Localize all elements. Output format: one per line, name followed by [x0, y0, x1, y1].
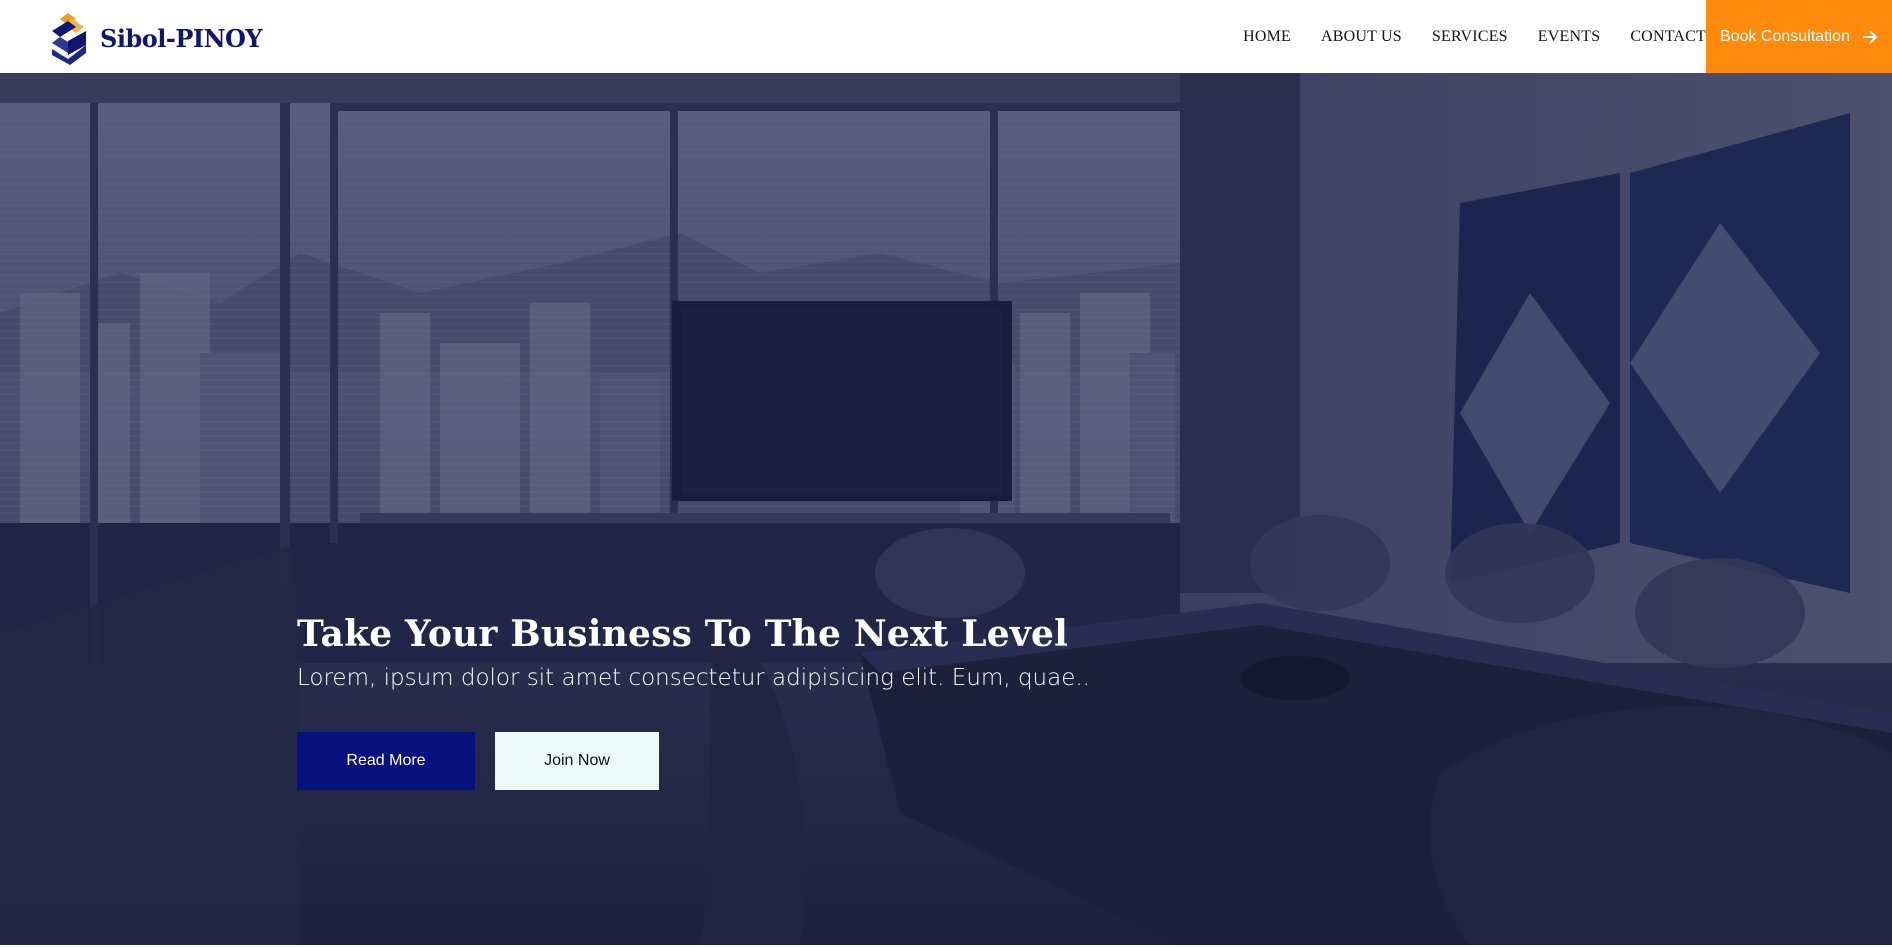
- nav-contact[interactable]: CONTACT: [1630, 28, 1706, 46]
- hero-title: Take Your Business To The Next Level: [297, 613, 1068, 655]
- book-consultation-button[interactable]: Book Consultation: [1706, 0, 1892, 73]
- read-more-button[interactable]: Read More: [297, 732, 475, 791]
- main-nav: HOME ABOUT US SERVICES EVENTS CONTACT: [1243, 0, 1706, 73]
- nav-services[interactable]: SERVICES: [1432, 28, 1508, 46]
- nav-about-us[interactable]: ABOUT US: [1321, 28, 1402, 46]
- brand[interactable]: Sibol-PINOY: [46, 9, 263, 67]
- brand-logo-icon: [52, 13, 86, 65]
- join-now-button[interactable]: Join Now: [495, 732, 659, 791]
- brand-name: Sibol-PINOY: [100, 23, 263, 53]
- navbar: Sibol-PINOY HOME ABOUT US SERVICES EVENT…: [0, 0, 1892, 73]
- nav-home[interactable]: HOME: [1243, 28, 1291, 46]
- book-consultation-label: Book Consultation: [1720, 27, 1850, 45]
- arrow-right-icon: [1862, 29, 1878, 44]
- nav-events[interactable]: EVENTS: [1538, 28, 1601, 46]
- hero-content: Take Your Business To The Next Level Lor…: [297, 613, 1197, 791]
- hero-subtitle: Lorem, ipsum dolor sit amet consectetur …: [297, 665, 1090, 692]
- hero-buttons: Read More Join Now: [297, 732, 1197, 791]
- hero-section: Take Your Business To The Next Level Lor…: [0, 73, 1892, 945]
- hero-overlay: [0, 73, 1892, 945]
